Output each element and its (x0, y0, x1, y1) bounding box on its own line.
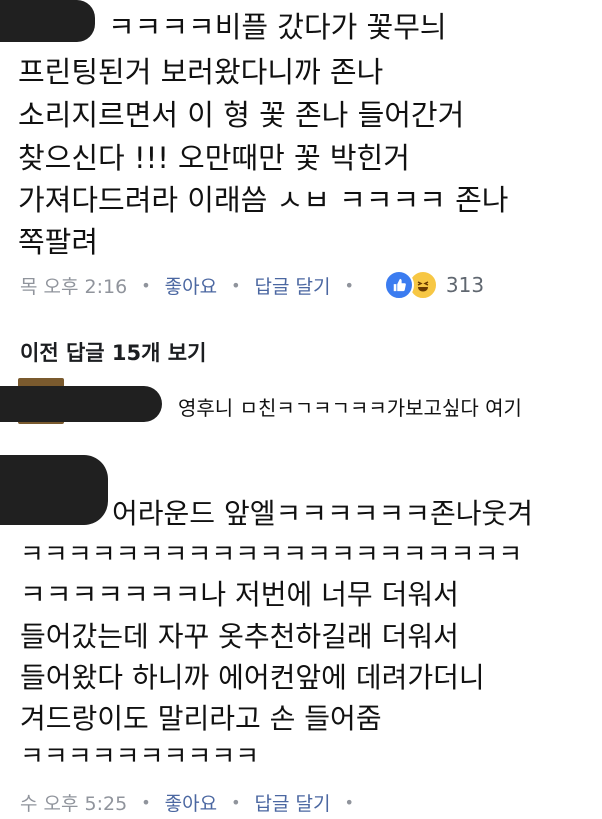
comment1-meta: 목 오후 2:16 • 좋아요 • 답글 달기 • 313 (20, 270, 484, 300)
comment1-line-4: 찾으신다 !!! 오만때만 꽃 박힌거 (18, 141, 410, 175)
comment2-line-6: 겨드랑이도 말리라고 손 들어줌 (20, 702, 382, 735)
comment2-meta: 수 오후 5:25 • 좋아요 • 답글 달기 • (20, 787, 368, 817)
comment2-line-1: 어라운드 앞엘ㅋㅋㅋㅋㅋㅋ존나웃겨 (112, 497, 534, 530)
comment1-line-1: ㅋㅋㅋㅋ비플 갔다가 꽃무늬 (108, 10, 447, 44)
comment2-time: 수 오후 5:25 (20, 792, 128, 815)
comment1-like-button[interactable]: 좋아요 (165, 272, 217, 299)
separator-dot: • (141, 275, 151, 295)
comment2-line-2: ㅋㅋㅋㅋㅋㅋㅋㅋㅋㅋㅋㅋㅋㅋㅋㅋㅋㅋㅋㅋㅋ (20, 540, 523, 570)
separator-dot: • (231, 792, 241, 812)
comment2-like-button[interactable]: 좋아요 (165, 789, 217, 816)
comment2-line-5: 들어왔다 하니까 에어컨앞에 데려가더니 (20, 661, 485, 694)
separator-dot: • (344, 792, 354, 812)
redacted-name (0, 0, 95, 42)
separator-dot: • (231, 275, 241, 295)
redacted-avatar-name (0, 455, 108, 525)
comment1-reactions[interactable]: 313 (383, 270, 485, 300)
comment1-line-5: 가져다드려라 이래씀 ㅅㅂ ㅋㅋㅋㅋ 존나 (18, 183, 509, 217)
separator-dot: • (344, 275, 354, 295)
comment1-time: 목 오후 2:16 (20, 275, 128, 298)
reply1-text: 영후니 ㅁ친ㅋㄱㅋㄱㅋㅋ가보고싶다 여기 (178, 396, 522, 420)
comment2-line-7: ㅋㅋㅋㅋㅋㅋㅋㅋㅋㅋ (20, 742, 260, 772)
comment1-reply-button[interactable]: 답글 달기 (255, 272, 331, 299)
comment1-line-2: 프린팅된거 보러왔다니까 존나 (18, 55, 384, 89)
comment2-line-4: 들어갔는데 자꾸 옷추천하길래 더워서 (20, 620, 459, 653)
comment1-line-6: 쪽팔려 (18, 225, 99, 259)
separator-dot: • (141, 792, 151, 812)
like-reaction-icon (383, 270, 414, 300)
comment2-line-3: ㅋㅋㅋㅋㅋㅋㅋ나 저번에 너무 더워서 (20, 578, 459, 611)
view-previous-replies-link[interactable]: 이전 답글 15개 보기 (20, 337, 206, 367)
redacted-name (0, 386, 162, 422)
comment2-reply-button[interactable]: 답글 달기 (255, 789, 331, 816)
reaction-count: 313 (445, 273, 485, 297)
comment1-line-3: 소리지르면서 이 형 꽃 존나 들어간거 (18, 98, 465, 132)
